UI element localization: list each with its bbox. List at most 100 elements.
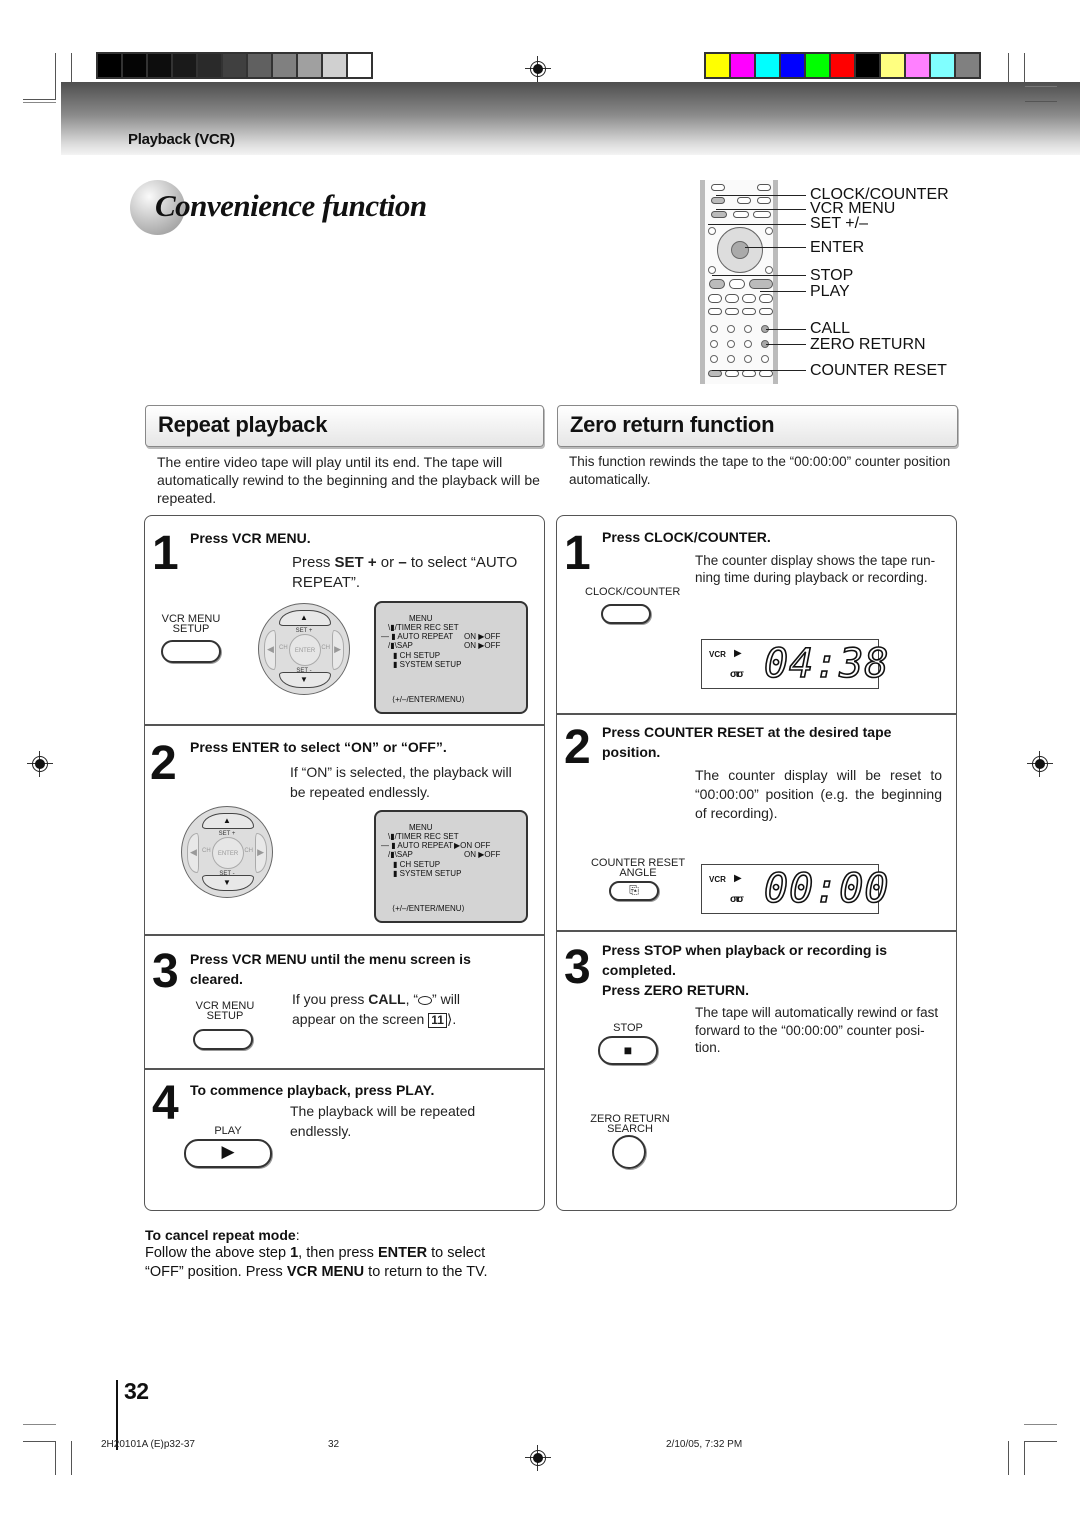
calibration-swatch <box>173 54 196 77</box>
crop-mark <box>55 1441 56 1475</box>
step-number: 2 <box>150 737 177 790</box>
step-text: The counter display shows the tape run-n… <box>695 553 936 585</box>
vcr-menu-button[interactable] <box>193 1029 253 1050</box>
camera-angle-icon: ⎘ <box>629 883 639 897</box>
zero-return-button[interactable] <box>612 1135 646 1169</box>
button-caption: CLOCK/COUNTER <box>585 586 681 598</box>
cancel-instructions: Follow the above step 1, then press ENTE… <box>145 1245 488 1280</box>
calibration-swatch <box>273 54 296 77</box>
crop-mark <box>1008 53 1009 83</box>
callout-stop: STOP <box>810 267 854 284</box>
calibration-swatch <box>931 54 954 77</box>
crop-mark <box>23 102 56 103</box>
crop-mark <box>23 1424 56 1425</box>
step-number: 3 <box>152 945 179 998</box>
vcr-menu-button[interactable] <box>161 640 221 663</box>
play-button[interactable]: ▶ <box>184 1139 272 1168</box>
calibration-swatch <box>756 54 779 77</box>
remote-control-diagram <box>700 180 778 384</box>
dpad-control[interactable]: ▲ ▼ ◀ ▶ CH CH SET + SET - ENTER <box>181 806 273 898</box>
step-title: Press COUNTER RESET at the desired tape … <box>602 724 892 760</box>
step-title: Press CLOCK/COUNTER. <box>602 529 771 545</box>
zero-intro: This function rewinds the tape to the “0… <box>569 454 951 487</box>
callout-set: SET +/– <box>810 215 868 232</box>
calibration-swatch <box>706 54 729 77</box>
step-text: The tape will automatically rewind or fa… <box>695 1005 939 1055</box>
step-number: 2 <box>564 721 591 774</box>
tape-icon: στσ <box>730 669 744 680</box>
clock-counter-button[interactable] <box>601 604 651 624</box>
registration-mark-icon <box>525 1445 551 1471</box>
vcr-menu-key <box>711 211 727 218</box>
step-title: To commence playback, press PLAY. <box>190 1082 435 1098</box>
crop-mark <box>1008 1441 1009 1475</box>
callout-zero-return: ZERO RETURN <box>810 336 926 353</box>
counter-display: VCR ▶ στσ 00:00 <box>701 864 889 914</box>
calibration-swatch <box>348 54 371 77</box>
dpad-control[interactable]: ▲ ▼ ◀ ▶ CH CH SET + SET - ENTER <box>258 603 350 695</box>
calibration-swatch <box>148 54 171 77</box>
stop-button[interactable]: ■ <box>598 1036 658 1065</box>
crop-mark <box>71 1441 72 1475</box>
button-caption: VCR MENU SETUP <box>195 1000 255 1022</box>
color-calibration-bar <box>704 52 981 79</box>
cancel-heading: To cancel repeat mode: <box>145 1227 300 1243</box>
play-key <box>749 279 773 289</box>
registration-mark-icon <box>1027 751 1053 777</box>
page-title: Convenience function <box>155 188 427 223</box>
counter-reset-button[interactable]: ⎘ <box>609 881 659 901</box>
step-text: The counter display will be reset to “00… <box>695 767 942 821</box>
stop-key <box>709 279 725 289</box>
counter-digits: 00:00 <box>763 866 890 912</box>
calibration-swatch <box>323 54 346 77</box>
footer-file-id: 2H20101A (E)p32-37 <box>101 1439 195 1450</box>
callout-counter-reset: COUNTER RESET <box>810 362 947 379</box>
button-caption: COUNTER RESET ANGLE <box>590 857 686 879</box>
button-caption: STOP <box>613 1022 643 1034</box>
calibration-swatch <box>806 54 829 77</box>
crop-mark <box>23 99 56 100</box>
callout-enter: ENTER <box>810 239 865 256</box>
step-title: Press VCR MENU. <box>190 530 311 546</box>
zero-return-heading: Zero return function <box>557 405 958 447</box>
grayscale-calibration-bar <box>96 52 373 79</box>
button-caption: VCR MENU SETUP <box>161 613 221 635</box>
clock-counter-key <box>711 197 725 204</box>
repeat-intro: The entire video tape will play until it… <box>157 454 540 506</box>
calibration-swatch <box>248 54 271 77</box>
calibration-swatch <box>731 54 754 77</box>
enter-key <box>731 241 749 259</box>
step-number: 1 <box>152 527 179 580</box>
step-title: Press ZERO RETURN. <box>602 982 750 998</box>
calibration-swatch <box>831 54 854 77</box>
crop-mark <box>71 53 72 83</box>
repeat-icon <box>418 995 433 1005</box>
crop-mark <box>55 53 56 99</box>
button-caption: PLAY <box>214 1125 242 1137</box>
step-text: Press SET + or – to select “AUTO REPEAT”… <box>292 554 518 591</box>
footer-date: 2/10/05, 7:32 PM <box>666 1439 743 1450</box>
counter-display: VCR ▶ στσ 04:38 <box>701 639 889 689</box>
calibration-swatch <box>198 54 221 77</box>
crop-mark <box>1024 1441 1025 1475</box>
step-title: Press ENTER to select “ON” or “OFF”. <box>190 739 447 755</box>
calibration-swatch <box>956 54 979 77</box>
crop-mark <box>1025 101 1057 102</box>
osd-menu-screen: MENU \▮/TIMER REC SET — ▮ AUTO REPEAT ▶O… <box>374 810 528 923</box>
repeat-playback-heading: Repeat playback <box>145 405 544 447</box>
section-label: Playback (VCR) <box>128 131 235 148</box>
page-ref-badge: 11 <box>428 1013 447 1028</box>
callout-play: PLAY <box>810 283 850 300</box>
step-title: Press VCR MENU until the menu screen is … <box>190 951 471 987</box>
calibration-swatch <box>98 54 121 77</box>
page-number: 32 <box>124 1378 149 1404</box>
calibration-swatch <box>298 54 321 77</box>
step-number: 4 <box>152 1077 179 1130</box>
callout-call: CALL <box>810 320 851 337</box>
crop-mark <box>1024 1441 1057 1442</box>
crop-mark <box>23 1441 56 1442</box>
registration-mark-icon <box>525 56 551 82</box>
calibration-swatch <box>123 54 146 77</box>
calibration-swatch <box>881 54 904 77</box>
step-title: Press STOP when playback or recording is… <box>602 942 888 978</box>
